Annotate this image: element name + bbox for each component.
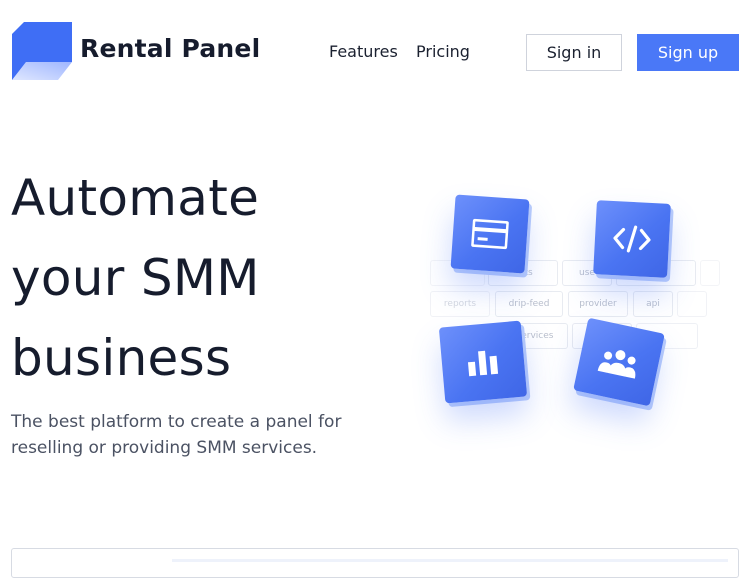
card-tile [450, 194, 530, 274]
content-card [11, 548, 739, 578]
code-icon [613, 225, 651, 253]
illustration-tag: api [633, 291, 673, 317]
users-icon [597, 350, 636, 379]
bar-chart-icon [467, 350, 499, 377]
code-tile [593, 200, 671, 278]
chart-tile [438, 320, 528, 404]
illustration-tag: drip-feed [495, 291, 563, 317]
hero-title: Automate your SMM business [11, 158, 260, 398]
hero-subtitle: The best platform to create a panel for … [11, 412, 342, 458]
hero-title-line-3: business [11, 329, 232, 387]
sign-in-button[interactable]: Sign in [526, 34, 622, 71]
hero-title-line-2: your SMM [11, 249, 260, 307]
brand-logo-icon[interactable] [12, 22, 72, 80]
sign-up-button[interactable]: Sign up [637, 34, 739, 71]
card-icon [471, 218, 509, 250]
illustration-tag [700, 260, 720, 286]
nav-features-link[interactable]: Features [329, 42, 398, 61]
illustration-tag [677, 291, 707, 317]
hero-illustration: ents use reports drip-feed provider api … [420, 180, 720, 450]
illustration-tag: reports [430, 291, 490, 317]
nav-pricing-link[interactable]: Pricing [416, 42, 470, 61]
brand-name[interactable]: Rental Panel [80, 34, 260, 63]
hero-title-line-1: Automate [11, 169, 260, 227]
illustration-tag: provider [568, 291, 628, 317]
users-tile [573, 317, 665, 407]
